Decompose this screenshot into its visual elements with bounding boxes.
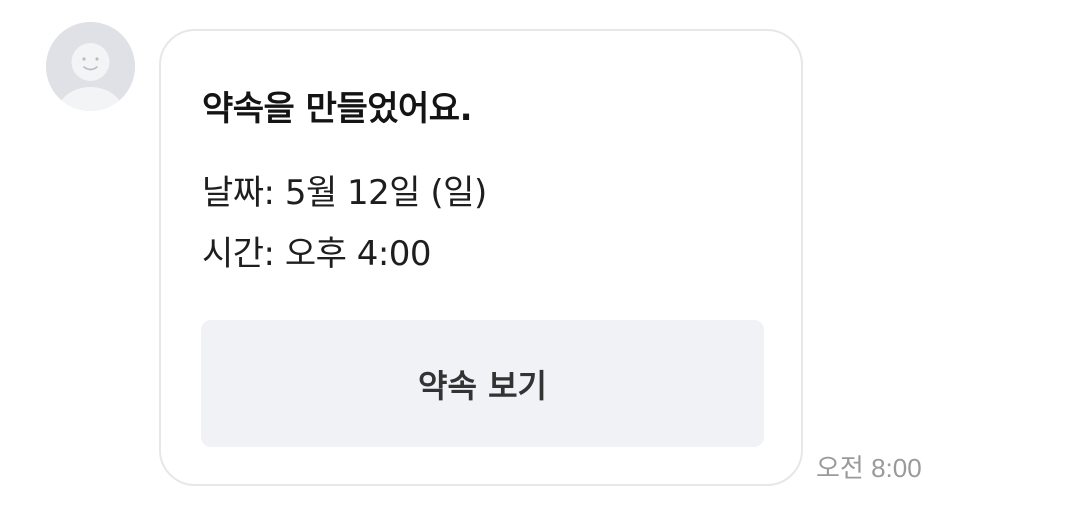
message-bubble: 약속을 만들었어요. 날짜: 5월 12일 (일) 시간: 오후 4:00 약속… [159,29,803,486]
view-appointment-button[interactable]: 약속 보기 [201,320,764,447]
appointment-time: 시간: 오후 4:00 [202,234,432,274]
sender-avatar[interactable] [46,22,135,111]
appointment-date: 날짜: 5월 12일 (일) [202,173,487,213]
chat-message-row: 약속을 만들었어요. 날짜: 5월 12일 (일) 시간: 오후 4:00 약속… [0,0,1080,528]
default-profile-icon [46,22,135,111]
message-timestamp: 오전 8:00 [816,453,922,483]
message-title: 약속을 만들었어요. [202,89,473,129]
